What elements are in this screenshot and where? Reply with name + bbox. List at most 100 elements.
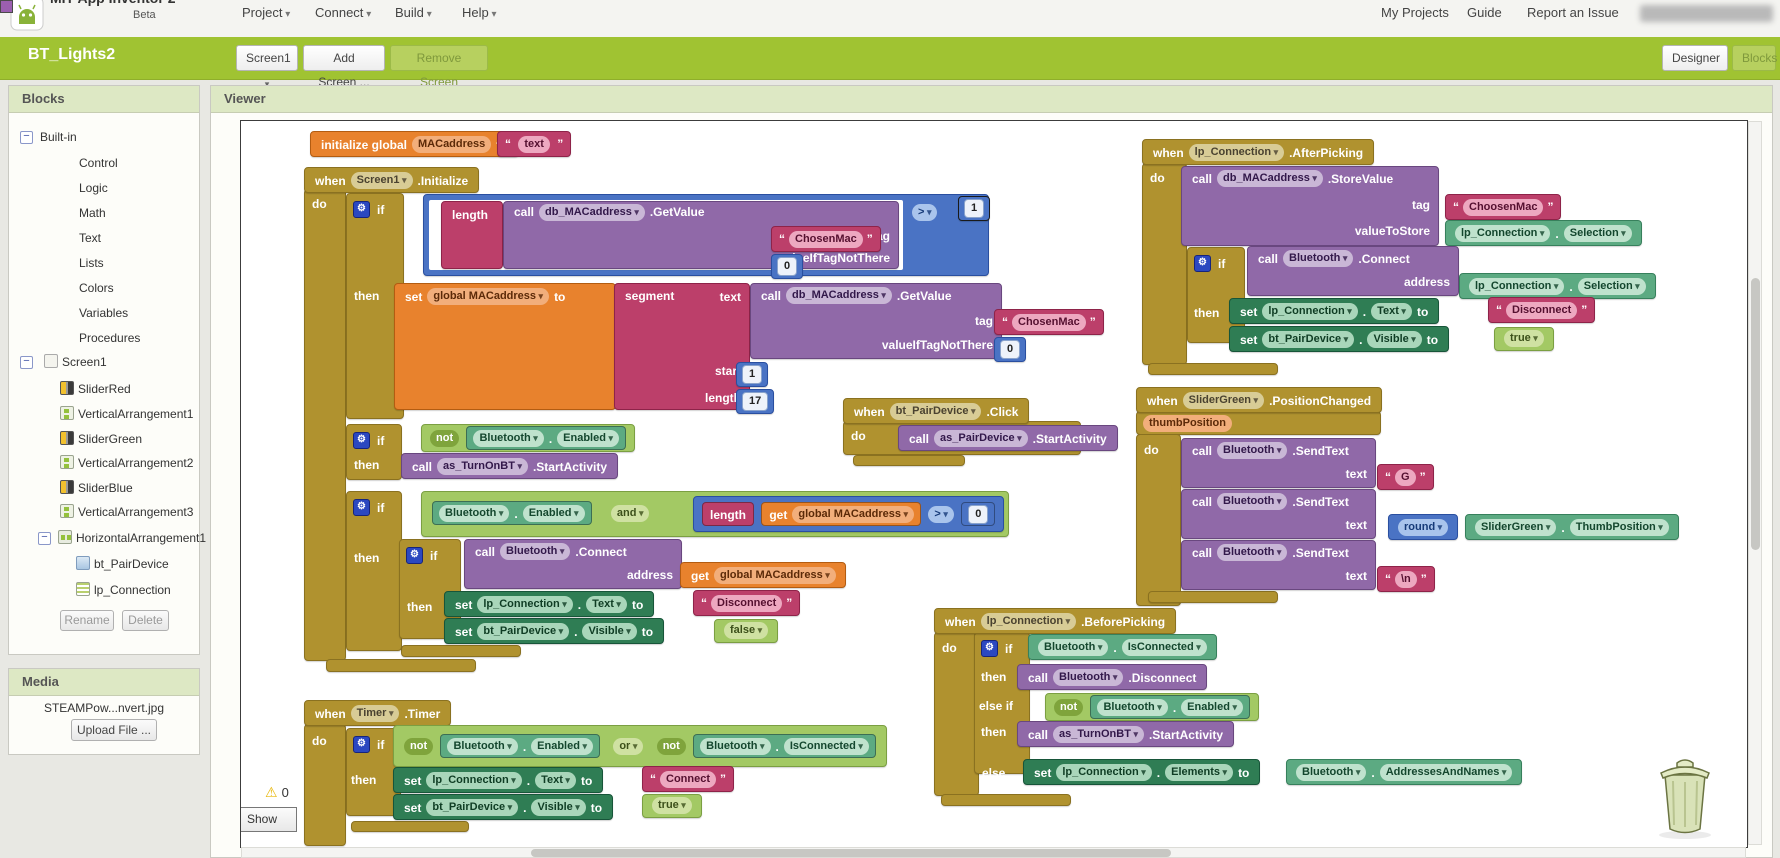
tree-item-verticalarrangement3[interactable]: VerticalArrangement3	[78, 502, 193, 522]
user-email-blurred[interactable]	[1640, 5, 1773, 22]
block-set-lp-text-2[interactable]: setlp_Connection.Textto	[1229, 298, 1439, 324]
property-dropdown[interactable]: Enabled	[523, 505, 585, 522]
component-dropdown[interactable]: lp_Connection	[1262, 303, 1357, 320]
block-text-chosenmac-2[interactable]: ChosenMac	[994, 309, 1104, 335]
block-set-btpd-visible-1[interactable]: setbt_PairDevice.Visibleto	[444, 618, 664, 644]
variable-dropdown[interactable]: global MACaddress	[714, 567, 836, 584]
block-tail[interactable]	[401, 645, 521, 657]
menu-build[interactable]: Build	[395, 5, 432, 20]
block-get-global-macaddress[interactable]: getglobal MACaddress	[680, 562, 846, 588]
link-guide[interactable]: Guide	[1467, 5, 1502, 20]
vertical-scrollbar-thumb[interactable]	[1751, 278, 1760, 550]
block-when-btpd-click-header[interactable]: whenbt_PairDevice.Click	[843, 398, 1029, 424]
block-if-3[interactable]: ⚙if	[346, 491, 402, 651]
property-dropdown[interactable]: Visible	[582, 623, 636, 640]
link-my-projects[interactable]: My Projects	[1381, 5, 1449, 20]
block-lp-selection-2[interactable]: lp_Connection.Selection	[1459, 273, 1656, 299]
block-bt-addressesandnames[interactable]: Bluetooth.AddressesAndNames	[1286, 759, 1522, 785]
builtin-expander-icon[interactable]	[20, 131, 33, 144]
component-dropdown[interactable]: lp_Connection	[981, 613, 1076, 630]
property-dropdown[interactable]: Enabled	[531, 738, 593, 755]
block-call-db-storevalue[interactable]: calldb_MACaddress.StoreValue tag valueTo…	[1181, 166, 1439, 246]
block-tail[interactable]	[941, 794, 1071, 806]
tree-item-verticalarrangement1[interactable]: VerticalArrangement1	[78, 404, 193, 424]
property-dropdown[interactable]: Text	[586, 596, 627, 613]
block-when-slidergreen-body[interactable]	[1136, 434, 1181, 606]
component-dropdown[interactable]: Timer	[351, 705, 400, 722]
block-call-sendtext-1[interactable]: callBluetooth.SendText text	[1181, 438, 1376, 488]
component-dropdown[interactable]: db_MACaddress	[1217, 170, 1323, 187]
block-when-lp-afterpicking-header[interactable]: whenlp_Connection.AfterPicking	[1142, 139, 1374, 165]
block-call-db-getvalue-2[interactable]: calldb_MACaddress.GetValue tag valueIfTa…	[750, 283, 1002, 359]
block-not-1[interactable]: not Bluetooth.Enabled	[421, 424, 635, 452]
block-call-bt-disconnect[interactable]: callBluetooth.Disconnect	[1017, 664, 1207, 690]
component-dropdown[interactable]: bt_PairDevice	[1262, 331, 1354, 348]
block-text-disconnect-1[interactable]: Disconnect	[693, 590, 800, 616]
component-dropdown[interactable]: lp_Connection	[1469, 278, 1564, 295]
component-dropdown[interactable]: Bluetooth	[1296, 764, 1366, 781]
tree-item-builtin[interactable]: Built-in	[40, 127, 77, 147]
block-call-pairdevice-startactivity[interactable]: callas_PairDevice.StartActivity	[898, 425, 1118, 451]
component-dropdown[interactable]: Bluetooth	[439, 505, 509, 522]
block-when-lp-beforepicking-body[interactable]	[934, 632, 979, 796]
component-dropdown[interactable]: Bluetooth	[1053, 669, 1123, 686]
block-slidergreen-thumbposition[interactable]: SliderGreen.ThumbPosition	[1465, 514, 1679, 540]
tree-item-slidergreen[interactable]: SliderGreen	[78, 429, 142, 449]
block-when-screen1-initialize-body[interactable]	[304, 189, 346, 661]
blocks-canvas[interactable]: initialize globalMACaddressto text whenS…	[240, 120, 1748, 848]
block-number-0[interactable]: 0	[994, 337, 1026, 362]
block-when-timer-header[interactable]: whenTimer.Timer	[304, 700, 451, 726]
block-bt-isconnected-1[interactable]: Bluetooth.IsConnected	[1028, 634, 1217, 660]
block-tail[interactable]	[326, 659, 476, 672]
block-number-1[interactable]: 1	[736, 362, 768, 387]
palette-item-procedures[interactable]: Procedures	[79, 328, 140, 348]
component-dropdown[interactable]: db_MACaddress	[786, 287, 892, 304]
component-dropdown[interactable]: lp_Connection	[477, 596, 572, 613]
component-dropdown[interactable]: Bluetooth	[1217, 544, 1287, 561]
property-dropdown[interactable]: Enabled	[557, 430, 619, 447]
block-set-lp-elements[interactable]: setlp_Connection.Elementsto	[1023, 759, 1260, 785]
block-positionchanged-param-row[interactable]: thumbPosition	[1136, 411, 1381, 435]
property-dropdown[interactable]: IsConnected	[784, 738, 869, 755]
palette-item-text[interactable]: Text	[79, 228, 101, 248]
operator-dropdown[interactable]: >	[912, 204, 937, 221]
block-length[interactable]: length	[441, 201, 503, 269]
component-dropdown[interactable]: as_TurnOnBT	[1053, 726, 1144, 743]
logic-operator-dropdown[interactable]: and	[611, 505, 650, 522]
palette-item-control[interactable]: Control	[79, 153, 118, 173]
component-dropdown[interactable]: Bluetooth	[1038, 639, 1108, 656]
property-dropdown[interactable]: Selection	[1564, 225, 1632, 242]
block-text-newline[interactable]: \n	[1377, 566, 1435, 592]
block-segment-text[interactable]: segment text start length	[614, 283, 750, 410]
palette-item-variables[interactable]: Variables	[79, 303, 128, 323]
component-dropdown[interactable]: db_MACaddress	[539, 204, 645, 221]
block-compare-gt-2[interactable]: length getglobal MACaddress > 0	[693, 496, 1004, 532]
block-set-global-macaddress[interactable]: setglobal MACaddressto	[394, 283, 616, 410]
block-round[interactable]: round	[1388, 514, 1458, 540]
designer-view-button[interactable]: Designer	[1662, 45, 1728, 71]
horizontal-scrollbar-thumb[interactable]	[531, 849, 1171, 857]
block-call-sendtext-3[interactable]: callBluetooth.SendText text	[1181, 540, 1376, 590]
block-text-disconnect-2[interactable]: Disconnect	[1488, 297, 1595, 323]
horizontal-scrollbar[interactable]	[241, 847, 1746, 858]
component-dropdown[interactable]: bt_PairDevice	[890, 403, 982, 420]
vertical-scrollbar[interactable]	[1748, 121, 1762, 845]
mutator-gear-icon[interactable]: ⚙	[353, 499, 370, 516]
component-dropdown[interactable]: Bluetooth	[1217, 442, 1287, 459]
show-warnings-button[interactable]: Show	[240, 807, 297, 832]
block-false-2[interactable]: true	[1494, 327, 1554, 351]
mutator-gear-icon[interactable]: ⚙	[353, 201, 370, 218]
block-number-17[interactable]: 17	[736, 389, 774, 414]
block-call-turnonbt-2[interactable]: callas_TurnOnBT.StartActivity	[1017, 721, 1234, 747]
palette-item-lists[interactable]: Lists	[79, 253, 104, 273]
app-inventor-logo-icon[interactable]	[10, 0, 44, 32]
block-call-bluetooth-connect-2[interactable]: callBluetooth.Connect address	[1247, 246, 1459, 296]
block-set-btpd-visible-3[interactable]: setbt_PairDevice.Visibleto	[393, 794, 613, 820]
component-dropdown[interactable]: as_PairDevice	[934, 430, 1028, 447]
operator-dropdown[interactable]: >	[928, 506, 953, 523]
property-dropdown[interactable]: Selection	[1578, 278, 1646, 295]
component-dropdown[interactable]: Bluetooth	[700, 738, 770, 755]
mutator-gear-icon[interactable]: ⚙	[406, 547, 423, 564]
component-dropdown[interactable]: Screen1	[351, 172, 413, 189]
component-dropdown[interactable]: lp_Connection	[1455, 225, 1550, 242]
